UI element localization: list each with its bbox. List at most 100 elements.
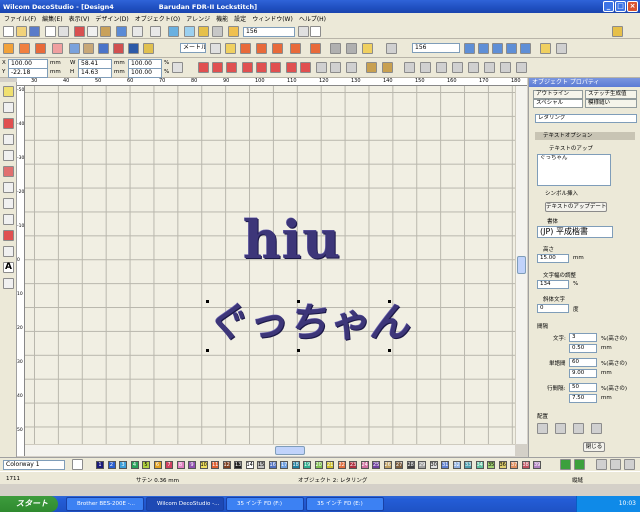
help-icon[interactable] (612, 26, 623, 37)
circle-icon[interactable] (3, 230, 14, 241)
zoom-fit-icon[interactable] (492, 43, 503, 54)
thread-chart-icon[interactable] (610, 459, 621, 470)
text-input[interactable]: ぐっちゃん (537, 154, 611, 186)
add-color-icon[interactable] (560, 459, 571, 470)
color-swatch-14[interactable]: 14 (245, 461, 254, 469)
lock-icon[interactable] (228, 26, 239, 37)
color-swatch-20[interactable]: 20 (314, 461, 323, 469)
color-swatch-8[interactable]: 8 (176, 461, 185, 469)
color-swatch-23[interactable]: 23 (349, 461, 357, 469)
embroidery-text-hiu[interactable]: hiu (243, 212, 341, 270)
save-icon[interactable] (29, 26, 40, 37)
selection-handle[interactable] (388, 349, 391, 352)
menu-help[interactable]: ヘルプ(H) (299, 14, 326, 23)
measure-icon[interactable] (212, 26, 223, 37)
selection-handle[interactable] (206, 349, 209, 352)
hoop-icon[interactable] (83, 43, 94, 54)
color-swatch-38[interactable]: 38 (521, 461, 530, 469)
tab-pattern[interactable]: 模様縫い (585, 99, 637, 108)
color-swatch-15[interactable]: 15 (257, 461, 265, 469)
stitch-player-icon[interactable] (198, 26, 209, 37)
run-tool-icon[interactable] (35, 43, 46, 54)
start-button[interactable]: スタート (0, 496, 58, 512)
selection-handle[interactable] (206, 300, 209, 303)
selection-handle[interactable] (388, 300, 391, 303)
char-spacing-mm[interactable]: 0.50 (569, 344, 597, 353)
horizontal-scroll-thumb[interactable] (275, 446, 305, 455)
italic-input[interactable]: 0 (537, 304, 569, 313)
open-folder-icon[interactable] (16, 26, 27, 37)
tab-stitch-values[interactable]: ステッチ生成值 (585, 90, 637, 99)
step-fill-icon[interactable] (272, 43, 283, 54)
print-icon[interactable] (45, 26, 56, 37)
density-field[interactable]: 156 (412, 43, 460, 53)
color-swatch-39[interactable]: 39 (533, 461, 541, 469)
clock[interactable]: 10:03 (619, 500, 636, 507)
task-fd-f[interactable]: 35 インチ FD (F:) (226, 497, 304, 511)
height-input[interactable]: 15.00 (537, 254, 569, 263)
unit-dropdown[interactable]: メートル法 (180, 43, 206, 53)
object-type-field[interactable]: レタリング (535, 114, 637, 123)
layers-icon[interactable] (556, 43, 567, 54)
vertical-scrollbar[interactable] (515, 86, 527, 444)
color-swatch-19[interactable]: 19 (303, 461, 311, 469)
align-center-icon[interactable] (212, 62, 223, 73)
color-swatch-26[interactable]: 26 (383, 461, 392, 469)
group-icon[interactable] (316, 62, 327, 73)
menu-design[interactable]: デザイン(D) (95, 14, 128, 23)
zoom-icon[interactable] (168, 26, 179, 37)
grid-icon[interactable] (330, 43, 341, 54)
y-coord-field[interactable]: -22.18 (8, 68, 48, 78)
trim-icon[interactable] (386, 43, 397, 54)
menu-function[interactable]: 機能 (216, 14, 228, 23)
undo-icon[interactable] (132, 26, 143, 37)
selection-handle[interactable] (297, 349, 300, 352)
color-swatch-29[interactable]: 29 (418, 461, 426, 469)
colorway-select[interactable]: Colorway 1 (3, 460, 65, 470)
color-swatch-25[interactable]: 25 (372, 461, 380, 469)
node-icon[interactable] (3, 182, 14, 193)
selection-handle[interactable] (297, 300, 300, 303)
task-decostudio[interactable]: Wilcom DecoStudio -... (146, 497, 224, 511)
color-swatch-34[interactable]: 34 (475, 461, 484, 469)
close-palette-icon[interactable] (624, 459, 635, 470)
align-right-icon[interactable] (226, 62, 237, 73)
color-swatch-33[interactable]: 33 (464, 461, 472, 469)
color-swatch-37[interactable]: 37 (510, 461, 518, 469)
rotate-icon[interactable] (346, 62, 357, 73)
zoom-out-icon[interactable] (478, 43, 489, 54)
distribute-h-icon[interactable] (286, 62, 297, 73)
zoom-in-icon[interactable] (464, 43, 475, 54)
color-swatch-4[interactable]: 4 (130, 461, 139, 469)
zoom-box-icon[interactable] (506, 43, 517, 54)
align-left-icon[interactable] (198, 62, 209, 73)
char-spacing-input[interactable]: 3 (569, 333, 597, 342)
align-icon[interactable] (210, 43, 221, 54)
align-middle-icon[interactable] (256, 62, 267, 73)
order-backward-icon[interactable] (452, 62, 463, 73)
cut-icon[interactable] (74, 26, 85, 37)
justify-text-icon[interactable] (591, 423, 602, 434)
shirt-icon[interactable] (116, 26, 127, 37)
update-text-button[interactable]: テキストのアップデート (545, 202, 607, 212)
select-arrow-icon[interactable] (3, 86, 14, 97)
color-swatch-2[interactable]: 2 (107, 461, 116, 469)
maximize-button[interactable]: □ (615, 1, 626, 12)
align-bottom-icon[interactable] (270, 62, 281, 73)
line-icon[interactable] (3, 214, 14, 225)
color-swatch-9[interactable]: 9 (188, 461, 196, 469)
name-drop-icon[interactable] (143, 43, 154, 54)
color-swatch-24[interactable]: 24 (360, 461, 369, 469)
redo-icon[interactable] (150, 26, 161, 37)
color-swatch-13[interactable]: 13 (234, 461, 242, 469)
text-options-header[interactable]: テキストオプション (535, 132, 635, 140)
pattern-icon[interactable] (290, 43, 301, 54)
align-top-icon[interactable] (242, 62, 253, 73)
sequence-icon[interactable] (468, 62, 479, 73)
color-swatch-17[interactable]: 17 (280, 461, 288, 469)
properties-icon[interactable] (540, 43, 551, 54)
align-left-text-icon[interactable] (537, 423, 548, 434)
stitch-type-icon[interactable] (240, 43, 251, 54)
height-field[interactable]: 14.63 (78, 68, 112, 78)
stamp-icon[interactable] (3, 166, 14, 177)
